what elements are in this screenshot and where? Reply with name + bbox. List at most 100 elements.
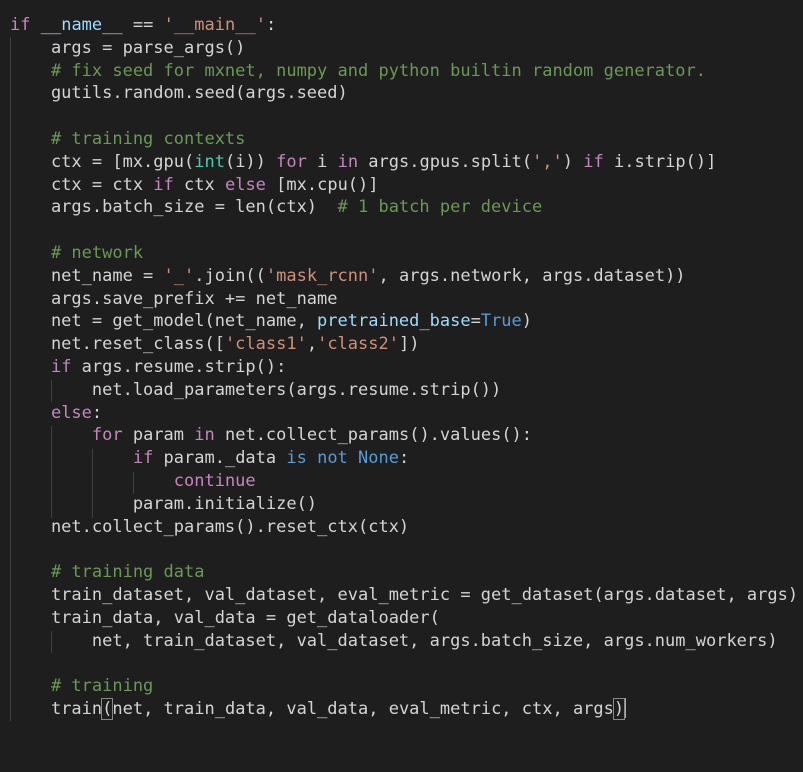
code-line[interactable]: net.collect_params().reset_ctx(ctx) xyxy=(10,516,798,539)
keyword-token: else xyxy=(50,402,92,423)
code-token: args.batch_size = len(ctx) xyxy=(10,197,338,218)
code-token: net, train_dataset, val_dataset, args.ba… xyxy=(10,630,778,651)
text-cursor xyxy=(624,697,627,718)
code-token: : xyxy=(91,402,103,423)
code-token: net.collect_params().values(): xyxy=(214,425,533,446)
code-line[interactable]: net = get_model(net_name, pretrained_bas… xyxy=(10,310,798,333)
code-token: ctx xyxy=(173,174,225,195)
code-line[interactable]: # fix seed for mxnet, numpy and python b… xyxy=(10,60,798,83)
code-line[interactable]: continue xyxy=(10,470,798,493)
code-line[interactable]: args.batch_size = len(ctx) # 1 batch per… xyxy=(10,196,798,219)
builtin-token: int xyxy=(194,151,225,172)
code-line[interactable]: # training contexts xyxy=(10,128,798,151)
code-line[interactable]: net.reset_class(['class1','class2']) xyxy=(10,333,798,356)
code-line[interactable]: net.load_parameters(args.resume.strip()) xyxy=(10,379,798,402)
code-token: (i)) xyxy=(224,151,277,172)
code-token: : xyxy=(265,15,277,35)
code-token: ctx = [mx.gpu( xyxy=(10,151,195,172)
code-token: ]) xyxy=(398,334,420,355)
code-line[interactable]: ctx = ctx if ctx else [mx.cpu()] xyxy=(10,174,798,197)
code-token: ) xyxy=(562,151,584,172)
code-token: net.collect_params().reset_ctx(ctx) xyxy=(10,516,410,537)
string-token: 'mask_rcnn' xyxy=(265,265,379,286)
comment-token: # training contexts xyxy=(10,128,246,149)
code-line[interactable] xyxy=(10,219,798,242)
parameter-token: pretrained_base xyxy=(317,311,471,332)
string-token: ',' xyxy=(532,151,563,172)
code-line[interactable]: args.save_prefix += net_name xyxy=(10,288,798,311)
code-line[interactable]: if args.resume.strip(): xyxy=(10,356,798,379)
code-token: i xyxy=(306,151,338,172)
constant-token: True xyxy=(480,311,522,332)
matched-bracket: ) xyxy=(612,697,626,720)
code-line[interactable]: train_data, val_data = get_dataloader( xyxy=(10,607,798,630)
code-line[interactable]: gutils.random.seed(args.seed) xyxy=(10,82,798,105)
code-token: net.reset_class([ xyxy=(10,334,225,355)
code-token: param xyxy=(122,425,195,446)
string-token: '_' xyxy=(163,265,195,286)
code-token: gutils.random.seed(args.seed) xyxy=(10,83,348,104)
code-token: , xyxy=(306,334,318,355)
code-token: args.resume.strip(): xyxy=(71,356,287,377)
code-line[interactable]: else: xyxy=(10,402,798,425)
code-token: args.gpus.split( xyxy=(358,151,533,172)
code-line[interactable]: args = parse_args() xyxy=(10,37,798,60)
code-token: train_data, val_data = get_dataloader( xyxy=(10,607,440,628)
code-line[interactable] xyxy=(10,105,798,128)
keyword-token: in xyxy=(337,151,359,172)
code-token: args = parse_args() xyxy=(10,37,246,58)
comment-token: # 1 batch per device xyxy=(337,197,543,218)
code-line[interactable]: for param in net.collect_params().values… xyxy=(10,424,798,447)
constant-token: is not None xyxy=(286,448,399,469)
code-line[interactable] xyxy=(10,652,798,675)
code-token: param.initialize() xyxy=(10,493,318,514)
code-token: train_dataset, val_dataset, eval_metric … xyxy=(10,584,799,605)
code-token: param._data xyxy=(153,448,287,469)
code-line[interactable]: if param._data is not None: xyxy=(10,447,798,470)
code-line[interactable]: # training xyxy=(10,675,798,698)
code-token: ctx = ctx xyxy=(10,174,154,195)
code-line[interactable]: # training data xyxy=(10,561,798,584)
code-line[interactable]: train_dataset, val_dataset, eval_metric … xyxy=(10,584,798,607)
code-line[interactable] xyxy=(10,538,798,561)
keyword-token: for xyxy=(91,425,123,446)
keyword-token: if xyxy=(132,448,154,469)
code-token: net_name = xyxy=(10,265,164,286)
code-token: net, train_data, val_data, eval_metric, … xyxy=(112,698,614,719)
keyword-token: if xyxy=(50,356,72,377)
keyword-token: for xyxy=(276,151,307,172)
comment-token: # training data xyxy=(10,562,205,583)
code-token: train xyxy=(10,698,103,719)
code-token: = xyxy=(470,311,481,332)
code-token: ) xyxy=(521,311,533,332)
code-token: .join(( xyxy=(194,265,266,286)
keyword-token: if xyxy=(153,174,174,195)
code-line[interactable]: # network xyxy=(10,242,798,265)
code-token: net.load_parameters(args.resume.strip()) xyxy=(10,379,502,400)
code-token: net = get_model(net_name, xyxy=(10,311,318,332)
keyword-token: in xyxy=(194,425,215,446)
string-token: 'class1' xyxy=(224,334,307,355)
code-line[interactable]: net, train_dataset, val_dataset, args.ba… xyxy=(10,630,798,653)
comment-token: # training xyxy=(10,676,154,697)
code-token: [mx.cpu()] xyxy=(265,174,379,195)
code-token: , args.network, args.dataset)) xyxy=(378,265,686,286)
code-line[interactable]: train(net, train_data, val_data, eval_me… xyxy=(10,697,798,721)
code-line[interactable]: param.initialize() xyxy=(10,493,798,516)
code-token: args.save_prefix += net_name xyxy=(10,288,338,309)
code-editor[interactable]: if __name__ == '__main__': args = parse_… xyxy=(0,0,803,772)
code-token: i.strip()] xyxy=(603,151,717,172)
code-content[interactable]: if __name__ == '__main__': args = parse_… xyxy=(10,14,798,721)
string-token: '__main__' xyxy=(163,15,266,35)
keyword-token: if xyxy=(583,151,604,172)
comment-token: # fix seed for mxnet, numpy and python b… xyxy=(10,60,706,81)
code-line[interactable]: ctx = [mx.gpu(int(i)) for i in args.gpus… xyxy=(10,151,798,174)
code-line[interactable]: if __name__ == '__main__': xyxy=(10,14,798,37)
code-line[interactable]: net_name = '_'.join(('mask_rcnn', args.n… xyxy=(10,265,798,288)
